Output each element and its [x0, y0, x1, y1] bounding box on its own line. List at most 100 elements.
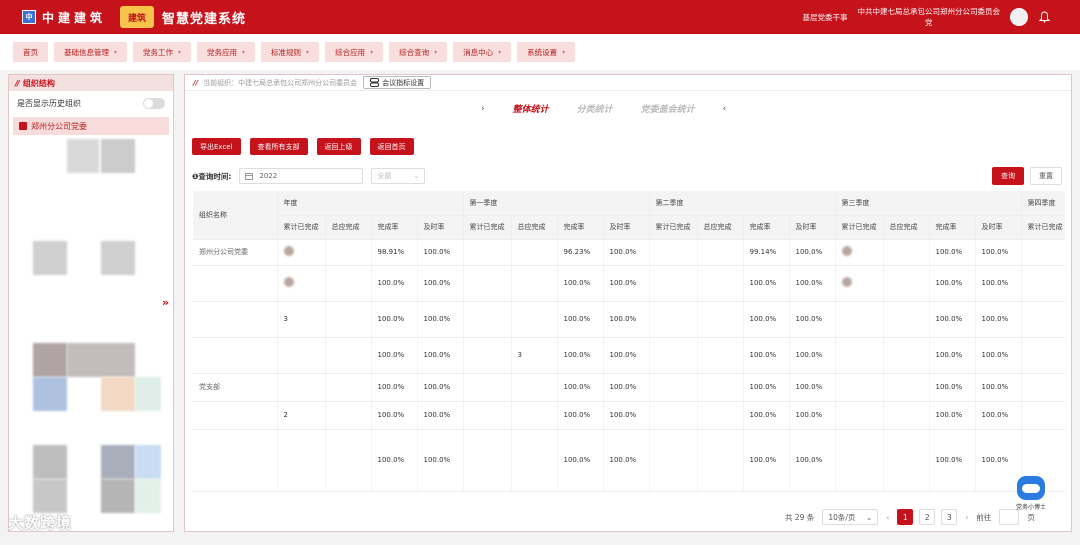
- table-cell: [325, 337, 372, 374]
- table-cell: 100.0%: [557, 301, 604, 338]
- user-org-name: 中共中建七局总承包公司郑州分公司委员会: [857, 7, 1001, 16]
- nav-item-2[interactable]: 党务工作 ▾: [133, 42, 192, 62]
- page-1[interactable]: 1: [897, 509, 914, 525]
- collapse-panel-icon[interactable]: »: [162, 296, 169, 309]
- assistant-mascot[interactable]: 党务小博士: [1014, 476, 1048, 516]
- group-header: 第一季度: [463, 191, 650, 216]
- tab-0[interactable]: 整体统计: [513, 102, 549, 115]
- table-cell: [697, 301, 744, 338]
- row-org-name[interactable]: [193, 265, 278, 302]
- breadcrumb-label: 当前组织：中建七局总承包公司郑州分公司委员会: [203, 78, 358, 87]
- table-cell: [835, 373, 884, 402]
- table-cell: [649, 337, 698, 374]
- sub-column-header: 总应完成: [511, 215, 558, 240]
- table-cell: [1021, 265, 1065, 302]
- chevron-left-icon[interactable]: ‹: [723, 104, 727, 114]
- nav-item-1[interactable]: 基础信息管理 ▾: [54, 42, 128, 62]
- table-cell: 100.0%: [743, 337, 790, 374]
- table-cell: 100.0%: [929, 429, 976, 492]
- page-2[interactable]: 2: [919, 509, 936, 525]
- table-cell: 100.0%: [789, 373, 836, 402]
- avatar[interactable]: [1010, 8, 1028, 26]
- table-cell: [463, 401, 512, 430]
- nav-item-0[interactable]: 首页: [13, 42, 48, 62]
- table-cell: [649, 373, 698, 402]
- nav-item-8[interactable]: 系统设置 ▾: [517, 42, 576, 62]
- page-size-select[interactable]: 10条/页 ⌄: [822, 509, 879, 525]
- table-row[interactable]: 3 100.0% 100.0% 100.0% 100.0% 100.0% 100.0% 100…: [193, 301, 1065, 338]
- search-button[interactable]: 查询: [992, 167, 1024, 185]
- row-org-name[interactable]: 党支部: [193, 373, 278, 402]
- table-cell: 100.0%: [557, 373, 604, 402]
- chevron-right-icon[interactable]: ›: [481, 104, 485, 114]
- table-cell: [883, 429, 930, 492]
- nav-item-7[interactable]: 消息中心 ▾: [453, 42, 512, 62]
- row-org-name[interactable]: 郑州分公司党委: [193, 239, 278, 266]
- table-cell: 100.0%: [603, 373, 650, 402]
- nav-item-label: 综合查询: [399, 47, 430, 57]
- table-row[interactable]: 2 100.0% 100.0% 100.0% 100.0% 100.0% 100.0% 100…: [193, 401, 1065, 430]
- tab-1[interactable]: 分类统计: [577, 102, 613, 115]
- table-cell: 100.0%: [371, 373, 418, 402]
- table-row[interactable]: 郑州分公司党委 98.91% 100.0% 96.23% 100.0% 99.14% 100…: [193, 239, 1065, 266]
- tab-2[interactable]: 党委盖会统计: [641, 102, 695, 115]
- prev-page-icon[interactable]: ‹: [886, 513, 889, 522]
- table-row[interactable]: 100.0% 100.0% 3 100.0% 100.0% 100.0% 100.0% 100…: [193, 337, 1065, 374]
- year-picker[interactable]: 2022: [239, 168, 364, 184]
- table-cell: [511, 265, 558, 302]
- reset-button[interactable]: 重置: [1030, 167, 1062, 185]
- page-3[interactable]: 3: [941, 509, 958, 525]
- title-slash-icon: //: [15, 78, 20, 88]
- table-cell: 100.0%: [371, 301, 418, 338]
- table-cell: 100.0%: [603, 301, 650, 338]
- table-cell: 100.0%: [743, 265, 790, 302]
- table-row[interactable]: 100.0% 100.0% 100.0% 100.0% 100.0% 100.0% 100.…: [193, 429, 1065, 492]
- row-org-name[interactable]: [193, 337, 278, 374]
- company-name: 中建建筑: [42, 10, 107, 25]
- table-cell: [277, 429, 326, 492]
- blurred-value: [841, 246, 852, 256]
- row-org-name[interactable]: [193, 429, 278, 492]
- table-cell: [649, 239, 698, 266]
- table-cell: [1021, 373, 1065, 402]
- table-cell: [835, 401, 884, 430]
- table-cell: [1021, 301, 1065, 338]
- action-button-3[interactable]: 返回首页: [369, 138, 414, 155]
- nav-item-6[interactable]: 综合查询 ▾: [389, 42, 448, 62]
- pagination: 共 29 条 10条/页 ⌄ ‹ 123 › 前往 页: [785, 508, 1035, 526]
- action-buttons: 导出Excel 查看所有支部 返回上级 返回首页: [192, 138, 414, 155]
- action-button-2[interactable]: 返回上级: [316, 138, 361, 155]
- nav-item-5[interactable]: 综合应用 ▾: [325, 42, 384, 62]
- table-cell: 100.0%: [975, 239, 1022, 266]
- blurred-tree-node: [33, 479, 67, 513]
- chevron-down-icon: ⌄: [866, 512, 873, 522]
- table-cell: 100.0%: [975, 337, 1022, 374]
- nav-item-4[interactable]: 标准规则 ▾: [261, 42, 320, 62]
- company-logo-icon: 中: [22, 10, 36, 24]
- stat-tabs: › 整体统计 分类统计 党委盖会统计 ‹: [481, 102, 727, 116]
- period-select[interactable]: 全部 ⌄: [371, 168, 426, 184]
- meeting-settings-button[interactable]: 会议指标设置: [363, 76, 432, 89]
- table-row[interactable]: 党支部 100.0% 100.0% 100.0% 100.0% 100.0% 100.0% 1…: [193, 373, 1065, 402]
- table-cell: 100.0%: [557, 429, 604, 492]
- action-button-0[interactable]: 导出Excel: [192, 138, 241, 155]
- row-org-name[interactable]: [193, 301, 278, 338]
- table-cell: [649, 429, 698, 492]
- table-cell: [883, 301, 930, 338]
- user-org[interactable]: 中共中建七局总承包公司郑州分公司委员会党: [858, 6, 1001, 28]
- action-button-1[interactable]: 查看所有支部: [249, 138, 308, 155]
- goto-prefix: 前往: [976, 512, 992, 522]
- table-row[interactable]: 100.0% 100.0% 100.0% 100.0% 100.0% 100.0% 100.…: [193, 265, 1065, 302]
- history-toggle[interactable]: [143, 97, 165, 109]
- row-org-name[interactable]: [193, 401, 278, 430]
- bell-icon[interactable]: [1038, 11, 1050, 23]
- chevron-down-icon: ⌄: [413, 172, 420, 180]
- tree-item-root[interactable]: 郑州分公司党委: [13, 117, 169, 135]
- next-page-icon[interactable]: ›: [965, 513, 968, 522]
- main-panel: // 当前组织：中建七局总承包公司郑州分公司委员会 会议指标设置 › 整体统计 分类…: [184, 74, 1072, 532]
- table-cell: 100.0%: [371, 337, 418, 374]
- table-cell: 100.0%: [929, 301, 976, 338]
- breadcrumb: // 当前组织：中建七局总承包公司郑州分公司委员会 会议指标设置: [185, 75, 1071, 91]
- nav-item-label: 党务应用: [207, 47, 238, 57]
- nav-item-3[interactable]: 党务应用 ▾: [197, 42, 256, 62]
